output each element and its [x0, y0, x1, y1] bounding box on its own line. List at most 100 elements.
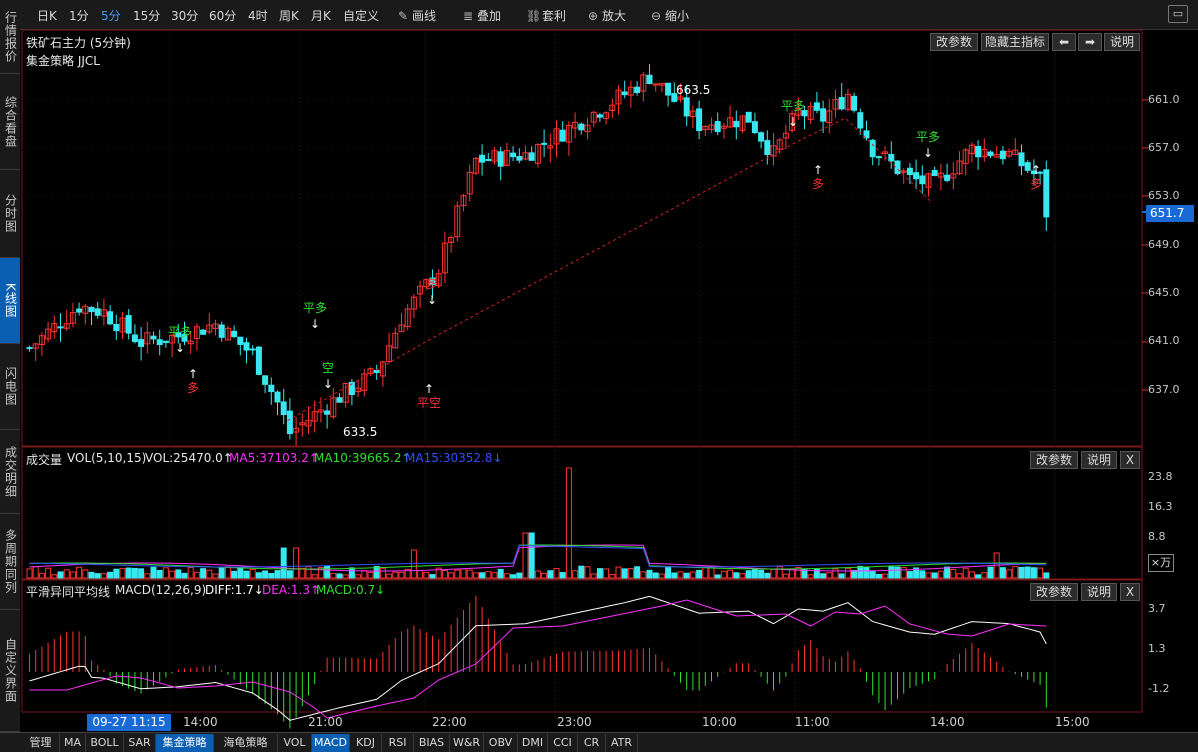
volume-params-button[interactable]: 改参数 [1030, 451, 1078, 469]
tab-jjcl[interactable]: 集金策略 [156, 734, 214, 752]
macd-help-button[interactable]: 说明 [1081, 583, 1117, 601]
y-label-641: 641.0 [1148, 334, 1180, 347]
candle-body [324, 410, 331, 415]
volume-bar [553, 567, 560, 579]
volume-bar [646, 569, 653, 579]
tab-dmi[interactable]: DMI [518, 734, 548, 752]
tab-obv[interactable]: OBV [484, 734, 518, 752]
candle-body [76, 308, 83, 313]
volume-ma5: MA5:37103.2↑ [229, 451, 319, 465]
main-help-button[interactable]: 说明 [1104, 33, 1140, 51]
candle-body [665, 82, 672, 96]
instrument-title: 铁矿石主力 (5分钟) [26, 36, 131, 50]
volume-bar [237, 567, 244, 579]
volume-ma10: MA10:39665.2↑ [314, 451, 412, 465]
y-label-653: 653.0 [1148, 189, 1180, 202]
macd-y-label-0: 3.7 [1148, 602, 1166, 615]
tab-ma[interactable]: MA [60, 734, 86, 752]
tab-atr[interactable]: ATR [606, 734, 638, 752]
candle-body [113, 323, 120, 332]
volume-close-button[interactable]: X [1120, 451, 1140, 469]
volume-bar [981, 572, 988, 579]
candle-body [851, 95, 858, 111]
volume-bar [156, 569, 163, 579]
tab-cr[interactable]: CR [578, 734, 606, 752]
candle-body [919, 175, 926, 185]
volume-bar [342, 574, 349, 579]
macd-title: 平滑异同平均线 [26, 585, 111, 599]
tab-macd[interactable]: MACD [312, 734, 350, 752]
arrow-down-icon: ↓ [427, 293, 437, 307]
macd-close-button[interactable]: X [1120, 583, 1140, 601]
tab-sar[interactable]: SAR [124, 734, 156, 752]
volume-bar [336, 573, 343, 579]
volume-bar [596, 568, 603, 579]
volume-help-button[interactable]: 说明 [1081, 451, 1117, 469]
candle-body [373, 369, 380, 374]
volume-bar [578, 565, 585, 579]
candle-body [150, 335, 157, 340]
volume-bar [255, 572, 262, 579]
tab-cci[interactable]: CCI [548, 734, 578, 752]
tab-vol[interactable]: VOL [278, 734, 312, 752]
volume-bar [491, 572, 498, 579]
tab-bias[interactable]: BIAS [414, 734, 450, 752]
panel-frame [21, 579, 1143, 713]
candle-body [26, 347, 33, 350]
tab-manage[interactable]: 管理 [22, 734, 60, 752]
arrow-down-icon: ↓ [310, 317, 320, 331]
volume-bar [361, 570, 368, 579]
macd-diff: DIFF:1.7↓ [205, 583, 264, 597]
tab-kdj[interactable]: KDJ [350, 734, 382, 752]
volume-bar [751, 568, 758, 579]
candle-body [88, 306, 95, 313]
volume-bar [528, 532, 535, 579]
x-label-1: 21:00 [308, 715, 343, 729]
volume-bar [249, 568, 256, 579]
volume-bar [150, 566, 157, 579]
volume-bar [268, 572, 275, 579]
volume-bar [224, 566, 231, 579]
volume-bar [94, 573, 101, 579]
volume-bar [745, 570, 752, 579]
tab-rsi[interactable]: RSI [382, 734, 414, 752]
signal-label: 多 [187, 381, 199, 395]
candle-body [875, 156, 882, 159]
main-params-button[interactable]: 改参数 [930, 33, 978, 51]
volume-bar [615, 566, 622, 579]
volume-bar [516, 572, 523, 579]
next-button[interactable]: ➡ [1078, 33, 1102, 51]
signal-label: 多 [812, 177, 824, 191]
vol-y-label-1: 16.3 [1148, 500, 1173, 513]
signal-label: 多 [426, 277, 438, 291]
candle-body [156, 339, 163, 345]
volume-bar [466, 569, 473, 579]
tab-turtle[interactable]: 海龟策略 [214, 734, 278, 752]
prev-button[interactable]: ⬅ [1052, 33, 1076, 51]
chart-canvas[interactable]: 663.5633.5平多↓多↑平多↓空↓多↓平空↑平多↓多↑平多↓多↑ [0, 0, 1198, 752]
volume-bar [782, 573, 789, 579]
volume-bar [820, 573, 827, 579]
tab-wr[interactable]: W&R [450, 734, 484, 752]
volume-params: VOL(5,10,15) [67, 451, 147, 465]
candle-body [944, 174, 951, 181]
candle-body [286, 410, 293, 435]
macd-lines [29, 595, 1047, 721]
volume-bar [627, 567, 634, 579]
macd-params-button[interactable]: 改参数 [1030, 583, 1078, 601]
volume-bar [888, 566, 895, 579]
candle-body [497, 151, 504, 167]
signal-label: 平多 [168, 325, 192, 339]
hide-main-indicator-button[interactable]: 隐藏主指标 [981, 33, 1049, 51]
arrow-up-icon: ↑ [424, 382, 434, 396]
candle-body [249, 348, 256, 351]
tab-boll[interactable]: BOLL [86, 734, 124, 752]
volume-bar [144, 573, 151, 579]
x-label-2: 22:00 [432, 715, 467, 729]
volume-bar [900, 567, 907, 579]
trading-app: 行情报价 综合看盘 分时图 K线图 闪电图 成交明细 多周期同列 自定义界面 日… [0, 0, 1198, 752]
volume-bar [683, 572, 690, 579]
volume-bar [1018, 566, 1025, 579]
vol-y-label-2: 8.8 [1148, 530, 1166, 543]
y-label-649: 649.0 [1148, 238, 1180, 251]
